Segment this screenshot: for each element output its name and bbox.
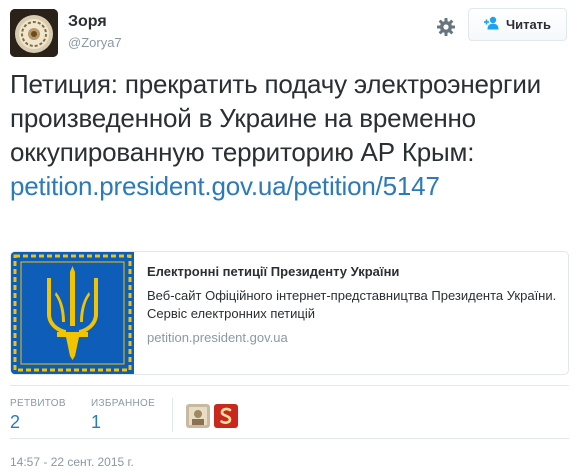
stat-separator [172,398,173,432]
favorites-count[interactable]: 1 [91,412,155,433]
retweets-stat[interactable]: РЕТВИТОВ 2 [10,398,66,433]
user-avatar[interactable] [10,9,58,57]
retweets-count[interactable]: 2 [10,412,66,433]
favoriter-avatar[interactable] [186,404,210,428]
favoriter-avatar[interactable] [214,404,238,428]
gear-icon[interactable] [433,14,459,40]
retweets-label: РЕТВИТОВ [10,398,66,409]
tweet-link[interactable]: petition.president.gov.ua/petition/5147 [10,169,570,203]
follow-button-label: Читать [505,17,552,32]
divider-bottom [10,438,569,439]
add-user-icon [483,16,500,33]
favorites-stat[interactable]: ИЗБРАННОЕ 1 [91,398,155,433]
card-image [11,252,134,374]
user-handle[interactable]: @Zorya7 [68,35,122,50]
divider-top [10,385,569,386]
tweet-timestamp[interactable]: 14:57 - 22 сент. 2015 г. [10,455,134,469]
user-name[interactable]: Зоря [68,13,107,31]
favoriters-avatars [186,404,238,428]
card-title[interactable]: Електронні петиції Президенту України [147,264,399,279]
card-domain: petition.president.gov.ua [147,330,288,345]
trident-emblem [11,252,134,374]
card-description: Веб-сайт Офіційного інтернет-представниц… [147,288,557,321]
tweet-body: Петиция: прекратить подачу электроэнерги… [10,69,541,167]
link-card[interactable]: Електронні петиції Президенту України Ве… [10,251,569,375]
follow-button[interactable]: Читать [468,8,567,41]
tweet-text: Петиция: прекратить подачу электроэнерги… [10,67,570,203]
favorites-label: ИЗБРАННОЕ [91,398,156,409]
